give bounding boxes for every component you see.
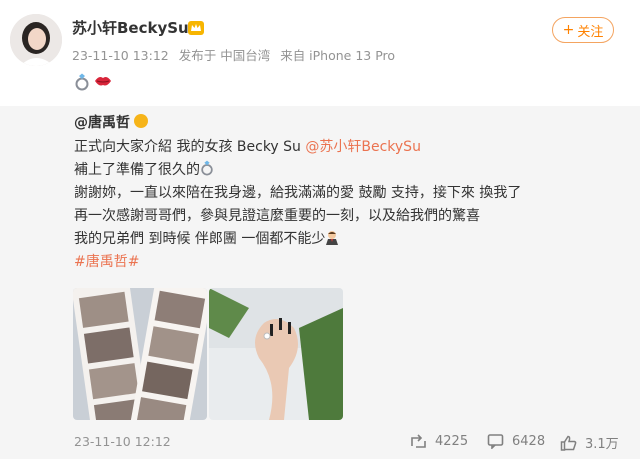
lips-emoji-icon — [94, 73, 112, 95]
emoji-row — [74, 73, 112, 95]
repost-count: 4225 — [435, 433, 469, 449]
repost-count-button[interactable]: 4225 — [410, 433, 468, 449]
like-count-button[interactable]: 3.1万 — [560, 433, 619, 452]
post-location: 发布于 中国台湾 — [178, 48, 271, 63]
follow-label: 关注 — [577, 24, 604, 40]
ring-hand-image[interactable] — [209, 288, 343, 420]
groom-emoji-icon — [325, 231, 339, 247]
repost-line-4: 再一次感謝哥哥們，參與見證這麼重要的一刻，以及給我們的驚喜 — [74, 208, 480, 224]
repost-line-2: 補上了準備了很久的 — [74, 159, 614, 182]
post-device: 来自 iPhone 13 Pro — [280, 48, 396, 63]
repost-line-5: 我的兄弟們 到時候 伴郎團 一個都不能少 — [74, 228, 614, 251]
repost-icon — [411, 434, 426, 448]
repost-line-3: 謝謝妳，一直以來陪在我身邊，給我滿滿的愛 鼓勵 支持，接下來 換我了 — [74, 185, 522, 201]
repost-author[interactable]: @唐禹哲 — [74, 112, 130, 132]
avatar[interactable] — [10, 14, 62, 66]
photo-strip-image[interactable] — [73, 288, 207, 420]
like-icon — [560, 435, 577, 451]
ring-emoji-icon — [74, 73, 90, 95]
crown-vip-icon[interactable] — [188, 20, 204, 35]
repost-text: 正式向大家介紹 我的女孩 Becky Su @苏小轩BeckySu 補上了準備了… — [74, 136, 614, 274]
repost-line-1: 正式向大家介紹 我的女孩 Becky Su @苏小轩BeckySu — [74, 139, 421, 155]
plus-icon: + — [562, 22, 575, 38]
post-time[interactable]: 23-11-10 13:12 — [72, 48, 169, 63]
comment-count: 6428 — [512, 433, 546, 449]
mention-link[interactable]: @苏小轩BeckySu — [305, 139, 421, 155]
comment-count-button[interactable]: 6428 — [487, 433, 545, 449]
post-meta: 23-11-10 13:12 发布于 中国台湾 来自 iPhone 13 Pro — [72, 45, 401, 64]
comment-icon — [487, 434, 504, 449]
ring-emoji-icon — [200, 160, 214, 178]
hashtag-link[interactable]: #唐禹哲# — [74, 251, 614, 274]
like-count: 3.1万 — [585, 437, 619, 452]
username[interactable]: 苏小轩BeckySu — [72, 17, 189, 38]
repost-time[interactable]: 23-11-10 12:12 — [74, 434, 171, 449]
verified-badge-icon — [134, 114, 148, 128]
follow-button[interactable]: + 关注 — [552, 17, 614, 43]
